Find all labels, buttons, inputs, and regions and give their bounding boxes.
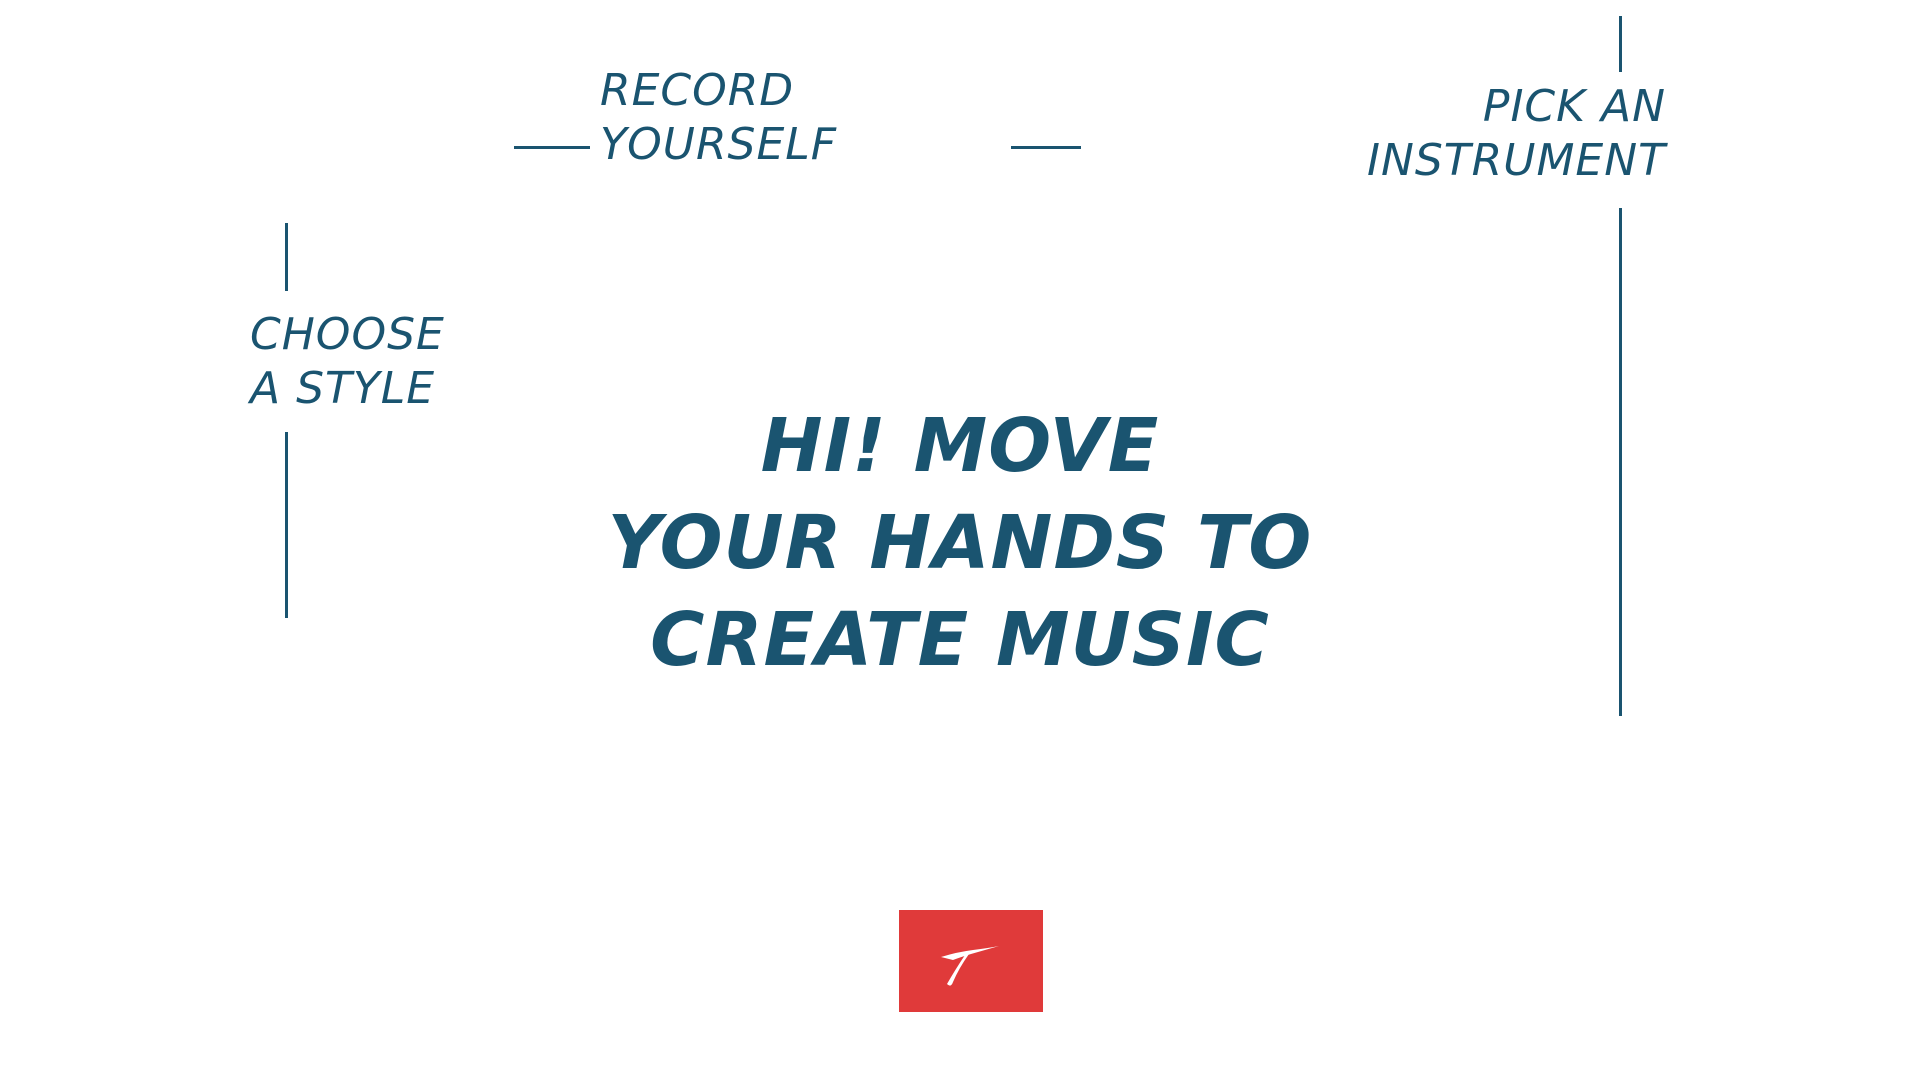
record-yourself-zone-label[interactable]: RECORD YOURSELF xyxy=(600,64,837,171)
welcome-line-3: CREATE MUSIC xyxy=(650,597,1270,683)
app-screen: RECORD YOURSELF PICK AN INSTRUMENT CHOOS… xyxy=(0,0,1920,1080)
style-zone-divider-bottom xyxy=(285,432,288,618)
style-label-line-1: CHOOSE xyxy=(250,309,445,360)
choose-style-zone-label[interactable]: CHOOSE A STYLE xyxy=(250,308,445,415)
instrument-zone-divider-top xyxy=(1619,16,1622,72)
instrument-label-line-1: PICK AN xyxy=(1482,81,1666,132)
brand-logo-badge xyxy=(899,910,1043,1012)
record-zone-divider-right xyxy=(1011,146,1081,149)
style-zone-divider-top xyxy=(285,223,288,291)
record-label-line-1: RECORD xyxy=(600,65,795,116)
record-label-line-2: YOURSELF xyxy=(600,118,838,170)
welcome-line-1: HI! MOVE xyxy=(760,403,1160,489)
welcome-message: HI! MOVE YOUR HANDS TO CREATE MUSIC xyxy=(560,398,1360,689)
instrument-label-line-2: INSTRUMENT xyxy=(1366,134,1666,186)
instrument-zone-divider-bottom xyxy=(1619,208,1622,716)
brand-logo-icon xyxy=(941,946,999,986)
style-label-line-2: A STYLE xyxy=(250,362,436,414)
pick-instrument-zone-label[interactable]: PICK AN INSTRUMENT xyxy=(1364,80,1666,187)
record-zone-divider-left xyxy=(514,146,590,149)
welcome-line-2: YOUR HANDS TO xyxy=(607,500,1313,586)
